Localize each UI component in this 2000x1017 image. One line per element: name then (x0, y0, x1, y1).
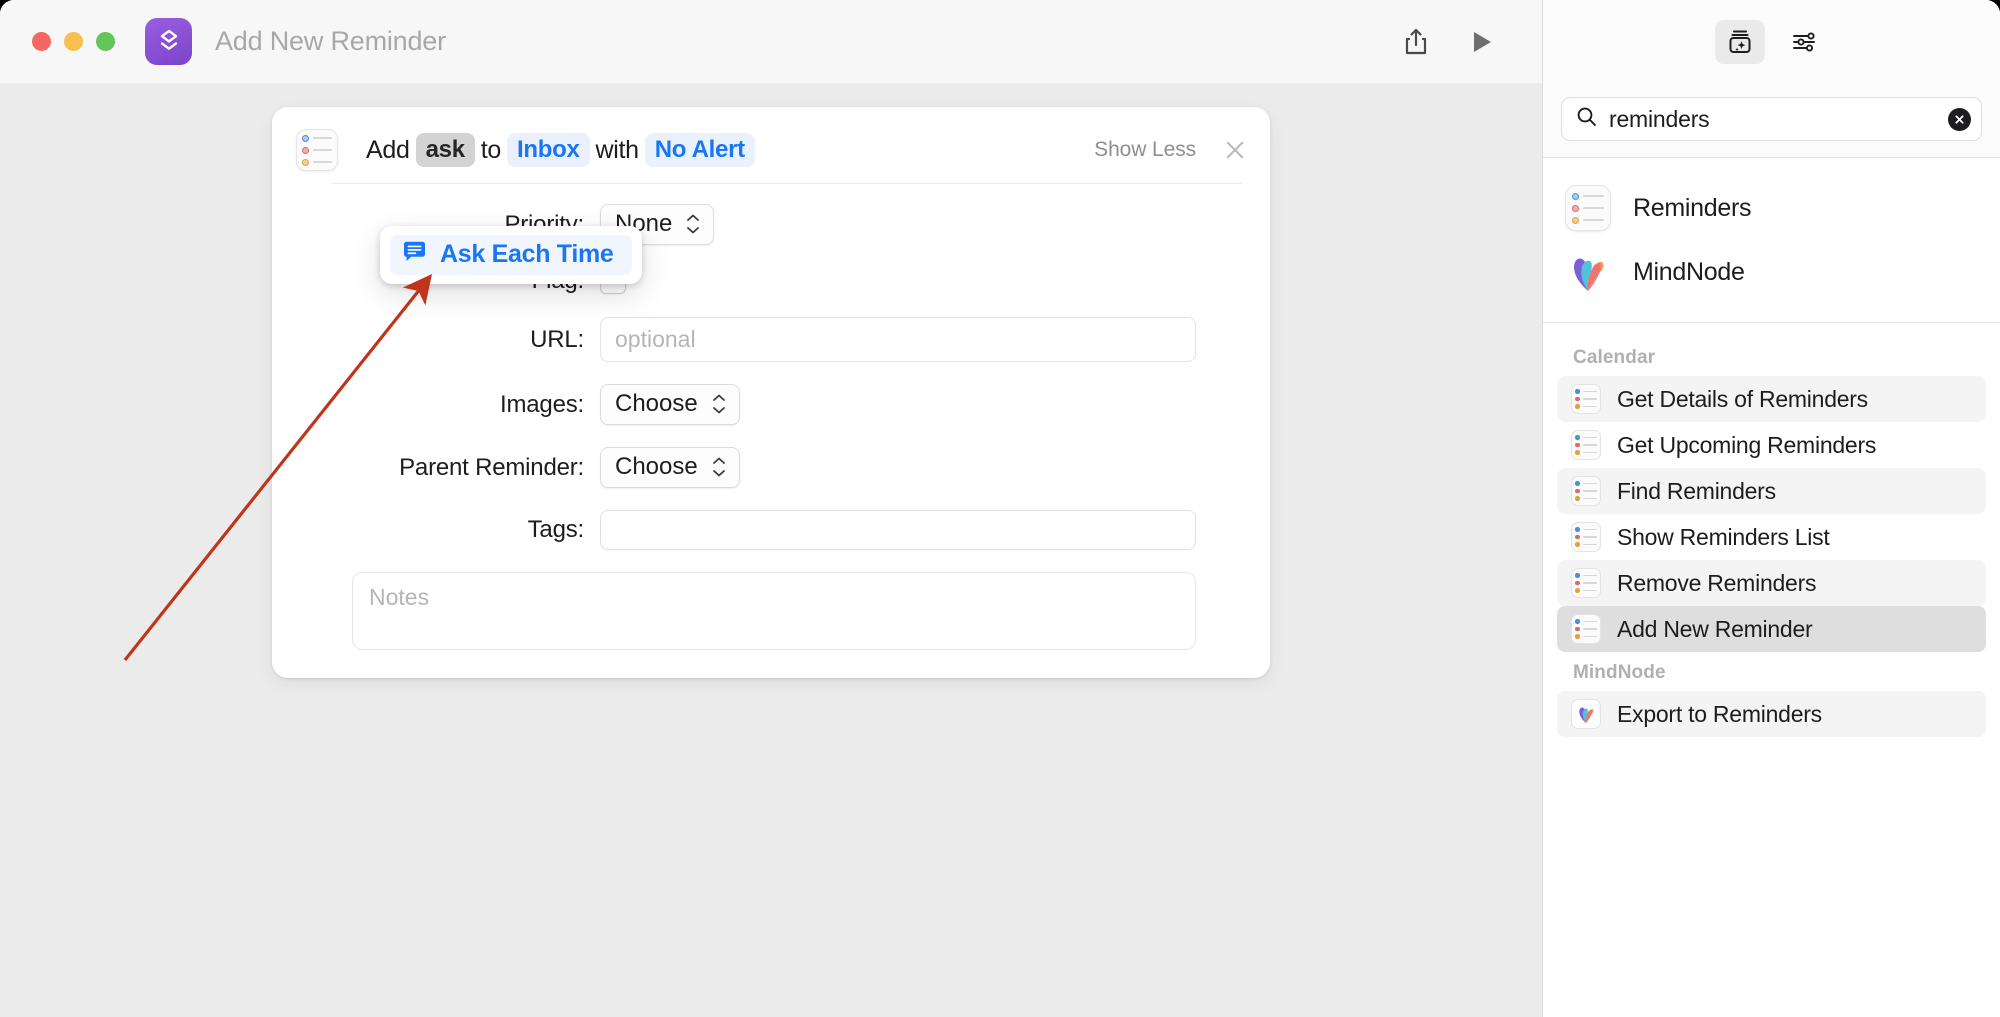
reminders-action-icon (1571, 522, 1601, 552)
tags-input[interactable] (600, 510, 1196, 550)
parent-reminder-popup-button[interactable]: Choose (600, 447, 740, 488)
minimize-window-button[interactable] (64, 32, 83, 51)
titlebar-actions (1402, 27, 1520, 57)
list-item-label: Remove Reminders (1617, 569, 1817, 596)
shortcut-canvas: Add ask to Inbox with No Alert Show Less… (0, 83, 1542, 1017)
reminders-action-icon (1571, 476, 1601, 506)
phrase-word-add: Add (366, 135, 410, 164)
images-label: Images: (500, 390, 584, 418)
tags-label: Tags: (527, 516, 585, 543)
reminders-app-icon (296, 129, 338, 171)
images-popup-button[interactable]: Choose (600, 384, 740, 425)
inbox-token[interactable]: Inbox (507, 133, 590, 167)
editor-pane: Add New Reminder Add ask to Inbox with N… (0, 0, 1542, 1017)
notes-input[interactable]: Notes (352, 572, 1196, 650)
sidebar-app-label: Reminders (1633, 193, 1752, 222)
ask-each-time-dropdown: Ask Each Time (380, 226, 642, 284)
list-item-add-new-reminder[interactable]: Add New Reminder (1557, 606, 1986, 652)
reminders-action-icon (1571, 430, 1601, 460)
action-card-header: Add ask to Inbox with No Alert Show Less (272, 107, 1270, 183)
group-title-mindnode: MindNode (1573, 662, 1666, 683)
images-value: Choose (615, 390, 698, 417)
parent-reminder-label: Parent Reminder: (399, 453, 584, 481)
chevron-updown-icon (712, 457, 726, 477)
mindnode-app-icon (1565, 249, 1611, 295)
share-icon[interactable] (1402, 27, 1430, 57)
action-card: Add ask to Inbox with No Alert Show Less… (272, 107, 1270, 678)
speech-bubble-icon (402, 241, 427, 268)
url-input[interactable]: optional (600, 317, 1196, 362)
action-library-sidebar: reminders Reminders MindNode Calendar Ge… (1542, 0, 2000, 1017)
list-item-get-details-of-reminders[interactable]: Get Details of Reminders (1557, 376, 1986, 422)
list-item-show-reminders-list[interactable]: Show Reminders List (1557, 514, 1986, 560)
close-window-button[interactable] (32, 32, 51, 51)
list-item-export-to-reminders[interactable]: Export to Reminders (1557, 691, 1986, 737)
sidebar-app-reminders[interactable]: Reminders (1543, 176, 2000, 240)
group-title-calendar: Calendar (1573, 347, 1656, 368)
chevron-updown-icon (712, 394, 726, 414)
field-row-tags: Tags: (300, 510, 1196, 550)
chevron-updown-icon (686, 214, 700, 234)
mindnode-action-icon (1571, 699, 1601, 729)
window-titlebar: Add New Reminder (0, 0, 1542, 83)
list-item-label: Find Reminders (1617, 477, 1776, 504)
list-item-label: Get Upcoming Reminders (1617, 431, 1877, 458)
settings-tab[interactable] (1779, 20, 1829, 64)
reminders-action-icon (1571, 568, 1601, 598)
alert-token[interactable]: No Alert (644, 133, 755, 167)
action-library-tab[interactable] (1714, 19, 1765, 64)
traffic-lights[interactable] (32, 32, 115, 51)
list-item-label: Add New Reminder (1617, 615, 1813, 642)
show-less-button[interactable]: Show Less (1094, 138, 1196, 162)
zoom-window-button[interactable] (96, 32, 115, 51)
sidebar-search-area: reminders (1543, 83, 2000, 158)
ask-each-time-menu-item[interactable]: Ask Each Time (390, 235, 632, 275)
list-item-find-reminders[interactable]: Find Reminders (1557, 468, 1986, 514)
search-icon (1576, 106, 1597, 132)
list-item-remove-reminders[interactable]: Remove Reminders (1557, 560, 1986, 606)
field-row-images: Images: Choose (300, 384, 1196, 425)
sidebar-app-mindnode[interactable]: MindNode (1543, 240, 2000, 304)
ask-each-time-label: Ask Each Time (440, 240, 614, 268)
search-box[interactable]: reminders (1561, 97, 1982, 141)
reminders-app-icon (1565, 185, 1611, 231)
play-icon[interactable] (1470, 29, 1494, 55)
ask-token[interactable]: ask (415, 133, 475, 167)
list-item-label: Get Details of Reminders (1617, 385, 1868, 412)
phrase-word-to: to (480, 135, 502, 164)
search-input[interactable]: reminders (1609, 106, 1936, 133)
phrase-word-with: with (595, 135, 640, 164)
clear-icon[interactable] (1948, 107, 1971, 131)
shortcuts-window: Add New Reminder Add ask to Inbox with N… (0, 0, 2000, 1017)
field-row-url: URL: optional (300, 317, 1196, 362)
reminders-action-icon (1571, 614, 1601, 644)
list-item-label: Show Reminders List (1617, 523, 1830, 550)
document-title: Add New Reminder (215, 26, 446, 56)
sidebar-tabbar (1543, 0, 2000, 83)
sidebar-app-label: MindNode (1633, 257, 1745, 286)
sidebar-action-list: Calendar Get Details of Reminders Get Up… (1543, 323, 2000, 1017)
url-label: URL: (530, 325, 584, 353)
sidebar-apps: Reminders MindNode (1543, 158, 2000, 318)
shortcuts-app-icon (145, 18, 192, 65)
list-item-get-upcoming-reminders[interactable]: Get Upcoming Reminders (1557, 422, 1986, 468)
close-icon[interactable] (1224, 139, 1246, 161)
action-phrase: Add ask to Inbox with No Alert (360, 133, 755, 167)
field-row-parent-reminder: Parent Reminder: Choose (300, 447, 1196, 488)
parent-reminder-value: Choose (615, 453, 698, 480)
reminders-action-icon (1571, 384, 1601, 414)
list-item-label: Export to Reminders (1617, 700, 1822, 727)
